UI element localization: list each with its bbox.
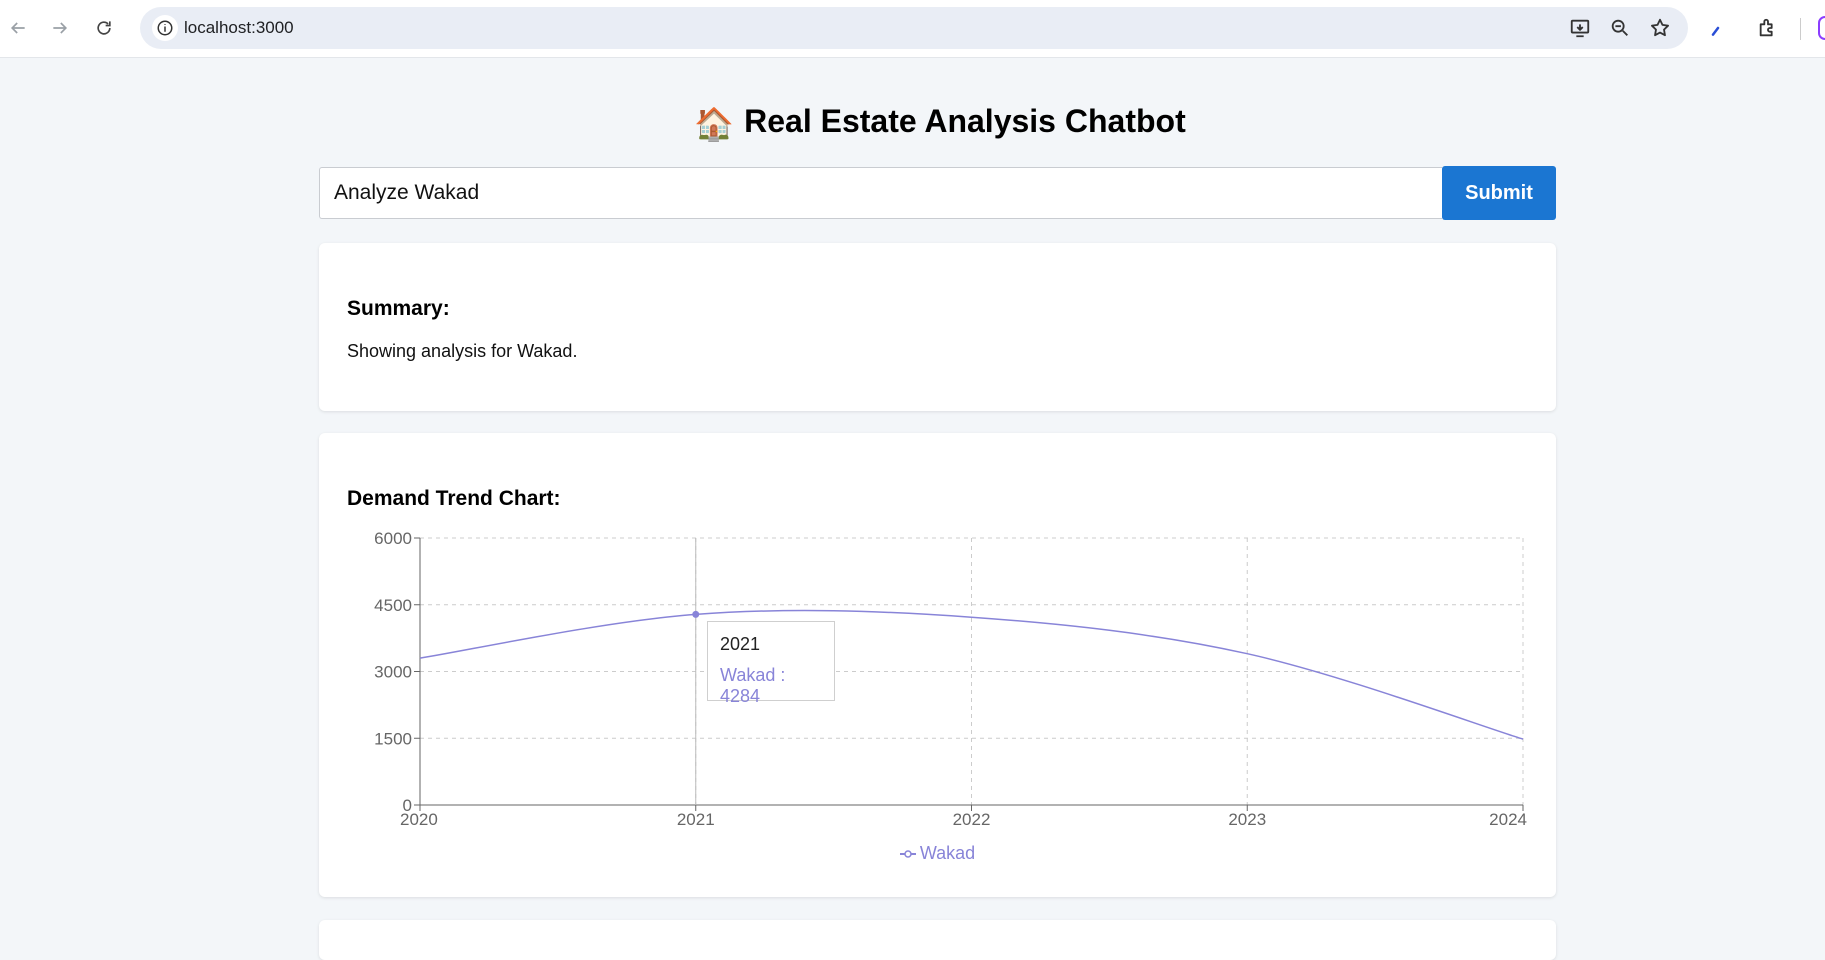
- chart-legend[interactable]: Wakad: [319, 843, 1556, 864]
- summary-heading: Summary:: [347, 297, 450, 320]
- legend-line-icon: [899, 850, 916, 858]
- y-tick-label: 6000: [374, 529, 412, 548]
- forward-icon[interactable]: [42, 10, 78, 46]
- chart-tooltip: 2021 Wakad : 4284: [707, 621, 835, 706]
- x-tick-label: 2022: [953, 810, 991, 829]
- chart-card: Demand Trend Chart: 0 1500 3000 4500 6000 202…: [319, 433, 1556, 897]
- x-tick-label: 2024: [1489, 810, 1527, 829]
- x-tick-label: 2021: [677, 810, 715, 829]
- house-icon: 🏠: [694, 106, 735, 142]
- y-tick-label: 3000: [374, 663, 412, 682]
- x-tick-label: 2023: [1228, 810, 1266, 829]
- next-card: [319, 920, 1556, 960]
- submit-button[interactable]: Submit: [1442, 166, 1556, 220]
- y-tick-label: 4500: [374, 596, 412, 615]
- site-info-icon[interactable]: [152, 15, 178, 41]
- page-title-text: Real Estate Analysis Chatbot: [744, 103, 1186, 139]
- zoom-icon[interactable]: [1608, 16, 1632, 40]
- tooltip-label: 2021: [720, 634, 761, 654]
- reload-icon[interactable]: [86, 10, 122, 46]
- x-tick-label: 2020: [400, 810, 438, 829]
- query-input[interactable]: [319, 167, 1442, 219]
- browser-toolbar: localhost:3000: [0, 0, 1825, 58]
- active-data-point: [692, 610, 700, 618]
- y-tick-label: 1500: [374, 729, 412, 748]
- profile-avatar[interactable]: [1818, 16, 1825, 40]
- summary-text: Showing analysis for Wakad.: [347, 341, 578, 361]
- bookmark-star-icon[interactable]: [1648, 16, 1672, 40]
- extensions-icon[interactable]: [1756, 16, 1780, 40]
- back-icon[interactable]: [0, 10, 36, 46]
- demand-trend-chart: 015003000450060002020 2021 2022 2023 2024: [374, 529, 1527, 829]
- tooltip-value: Wakad : 4284: [720, 665, 786, 706]
- legend-label: Wakad: [919, 843, 976, 863]
- pen-extension-icon[interactable]: [1706, 16, 1730, 40]
- page-title: 🏠 Real Estate Analysis Chatbot: [0, 103, 1825, 143]
- url-text[interactable]: localhost:3000: [184, 18, 294, 38]
- install-app-icon[interactable]: [1568, 16, 1592, 40]
- address-bar[interactable]: localhost:3000: [140, 7, 1688, 49]
- toolbar-divider: [1800, 18, 1801, 40]
- summary-card: Summary: Showing analysis for Wakad.: [319, 243, 1556, 411]
